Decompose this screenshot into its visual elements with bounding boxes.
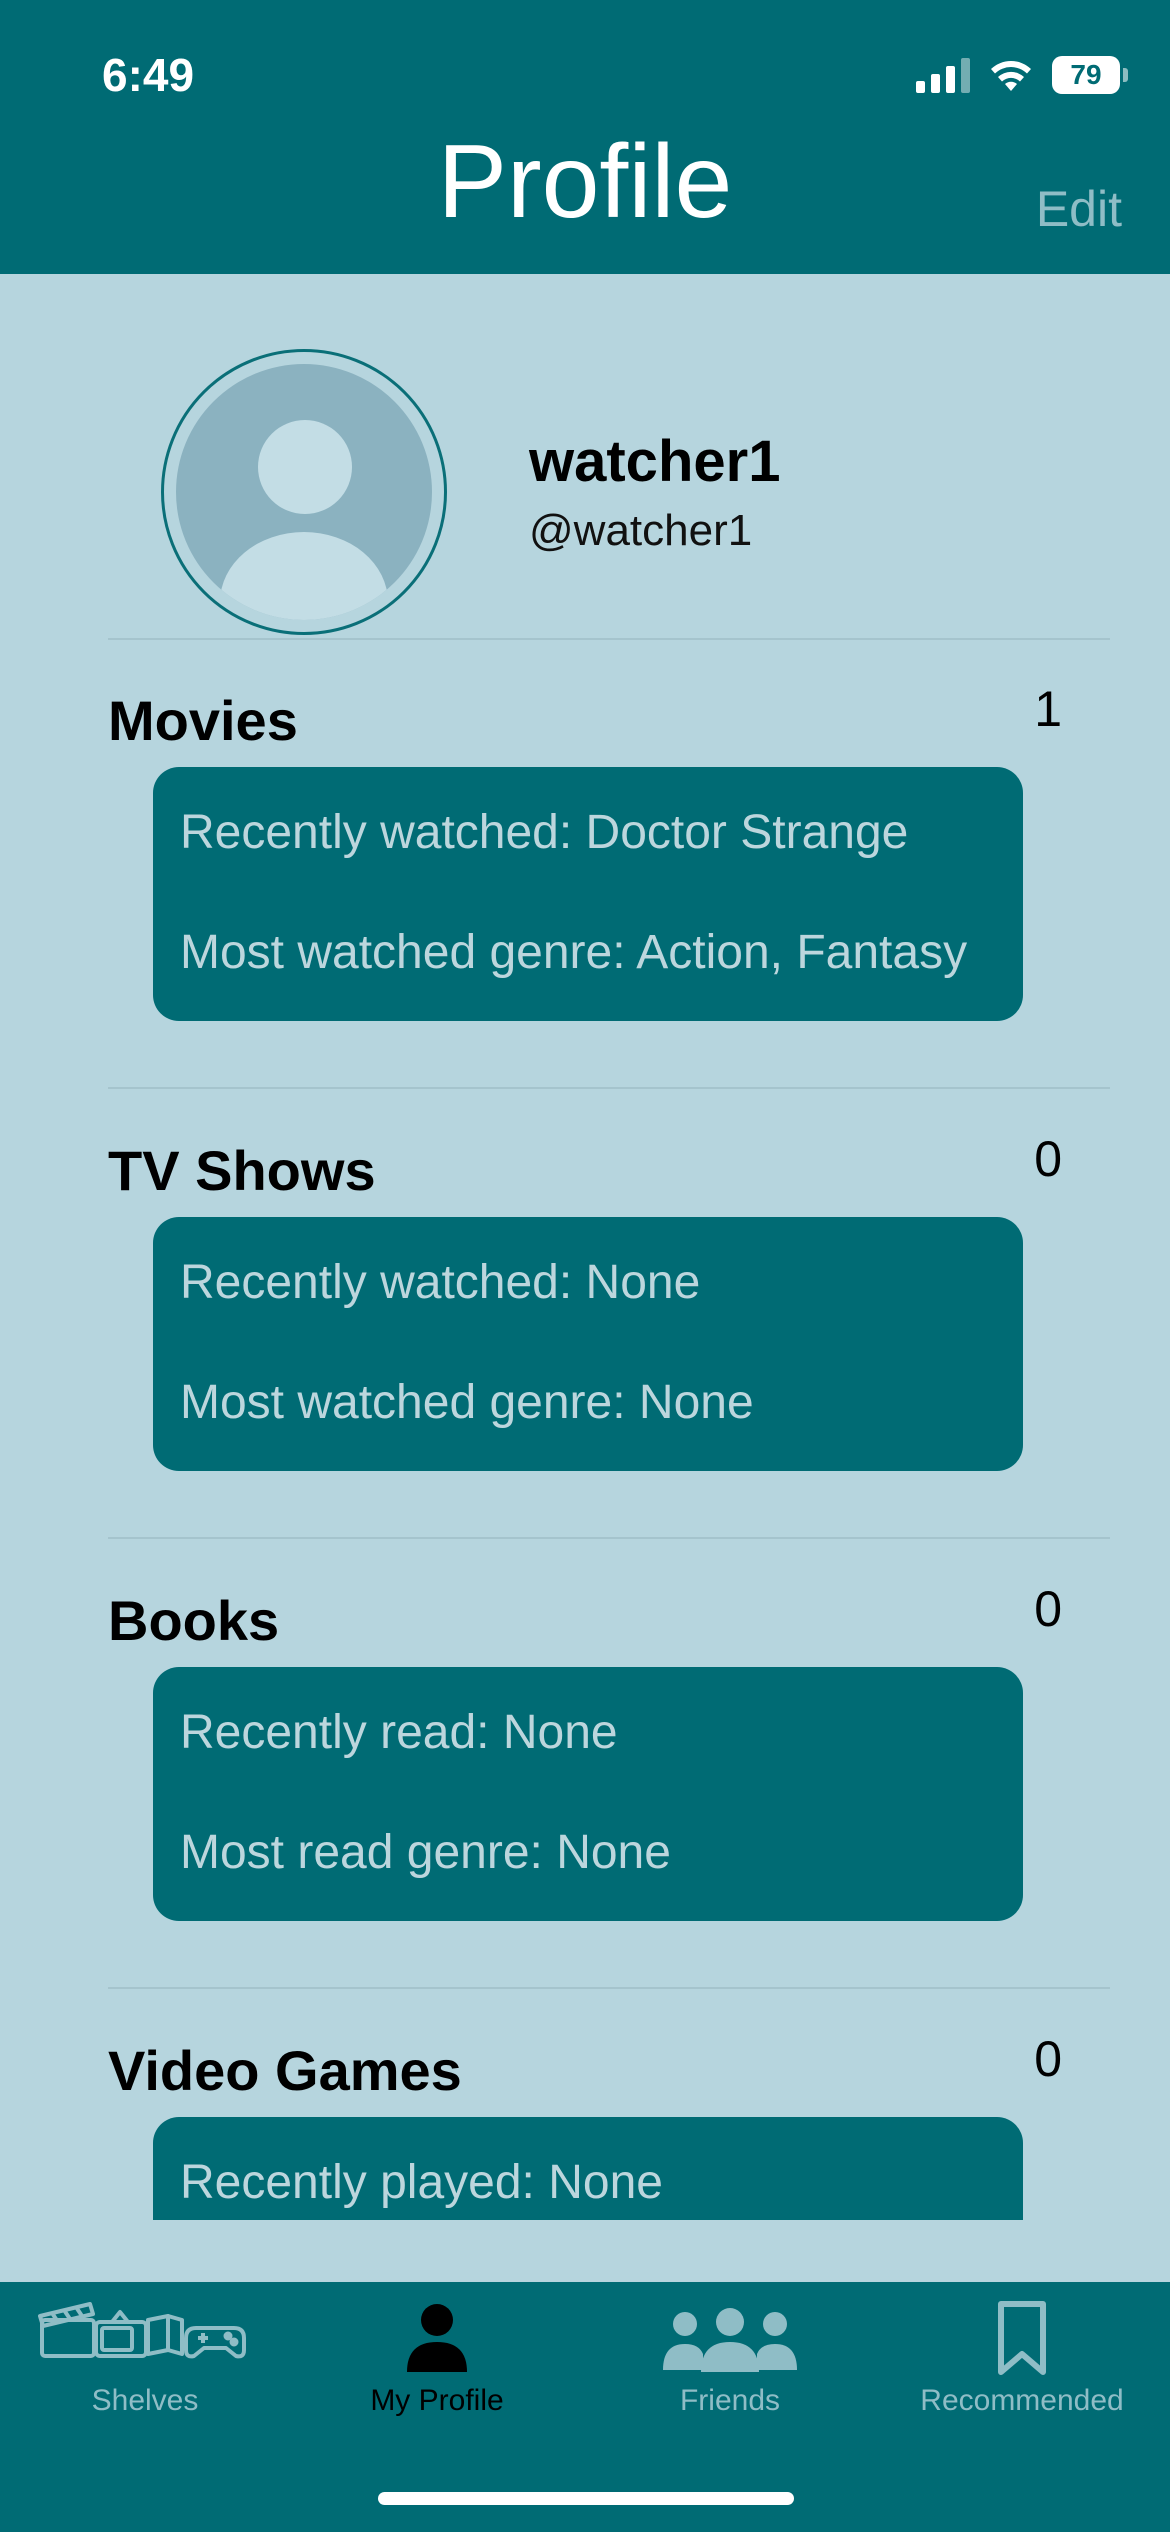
section-title-books: Books — [108, 1589, 280, 1652]
user-handle: @watcher1 — [529, 506, 753, 555]
tab-label-my-profile: My Profile — [370, 2384, 504, 2417]
section-title-tv-shows: TV Shows — [108, 1139, 376, 1202]
status-time: 6:49 — [102, 49, 195, 101]
divider — [108, 1987, 1110, 1989]
profile-screen: 6:49 79 Profile Edit watcher1 @watcher1 … — [0, 0, 1170, 2532]
home-indicator[interactable] — [378, 2492, 794, 2505]
recently-read-book: Recently read: None — [180, 1706, 618, 1759]
tab-recommended[interactable]: Recommended — [897, 2282, 1147, 2442]
section-count-books: 0 — [1034, 1581, 1062, 1637]
friends-icon — [663, 2308, 797, 2372]
page-title: Profile — [437, 124, 733, 240]
shelves-icon — [38, 2302, 246, 2359]
section-title-movies: Movies — [108, 689, 298, 752]
status-icons: 79 — [916, 50, 1128, 100]
recently-watched-show: Recently watched: None — [180, 1256, 701, 1309]
tab-shelves[interactable]: Shelves — [20, 2282, 270, 2442]
video-games-summary-card[interactable]: Recently played: None — [153, 2117, 1023, 2220]
movies-summary-card[interactable]: Recently watched: Doctor Strange Most wa… — [153, 767, 1023, 1021]
tab-label-shelves: Shelves — [91, 2384, 199, 2417]
bookmark-icon — [998, 2301, 1046, 2375]
tab-label-recommended: Recommended — [920, 2384, 1124, 2417]
default-avatar-icon — [176, 364, 432, 620]
section-count-video-games: 0 — [1034, 2031, 1062, 2087]
section-title-video-games: Video Games — [108, 2039, 462, 2102]
section-count-tv-shows: 0 — [1034, 1131, 1062, 1187]
display-name: watcher1 — [529, 429, 781, 494]
tab-my-profile[interactable]: My Profile — [312, 2282, 562, 2442]
tab-friends[interactable]: Friends — [605, 2282, 855, 2442]
most-watched-show-genre: Most watched genre: None — [180, 1376, 754, 1429]
tv-shows-summary-card[interactable]: Recently watched: None Most watched genr… — [153, 1217, 1023, 1471]
cellular-signal-icon — [916, 57, 970, 93]
books-summary-card[interactable]: Recently read: None Most read genre: Non… — [153, 1667, 1023, 1921]
profile-scroll-area[interactable]: watcher1 @watcher1 Movies 1 Recently wat… — [0, 274, 1170, 2220]
header: 6:49 79 Profile Edit — [0, 0, 1170, 274]
divider — [108, 1087, 1110, 1089]
battery-icon: 79 — [1052, 56, 1128, 94]
divider — [108, 1537, 1110, 1539]
most-watched-movie-genre: Most watched genre: Action, Fantasy — [180, 926, 968, 979]
person-icon — [407, 2304, 467, 2372]
battery-level: 79 — [1070, 59, 1102, 90]
most-read-genre: Most read genre: None — [180, 1826, 671, 1879]
recently-watched-movie: Recently watched: Doctor Strange — [180, 806, 909, 859]
section-count-movies: 1 — [1034, 681, 1062, 737]
tab-label-friends: Friends — [679, 2384, 781, 2417]
avatar[interactable] — [161, 349, 447, 635]
divider — [108, 638, 1110, 640]
wifi-icon — [991, 61, 1031, 91]
recently-played-game: Recently played: None — [180, 2156, 663, 2209]
edit-button[interactable]: Edit — [1036, 180, 1122, 238]
